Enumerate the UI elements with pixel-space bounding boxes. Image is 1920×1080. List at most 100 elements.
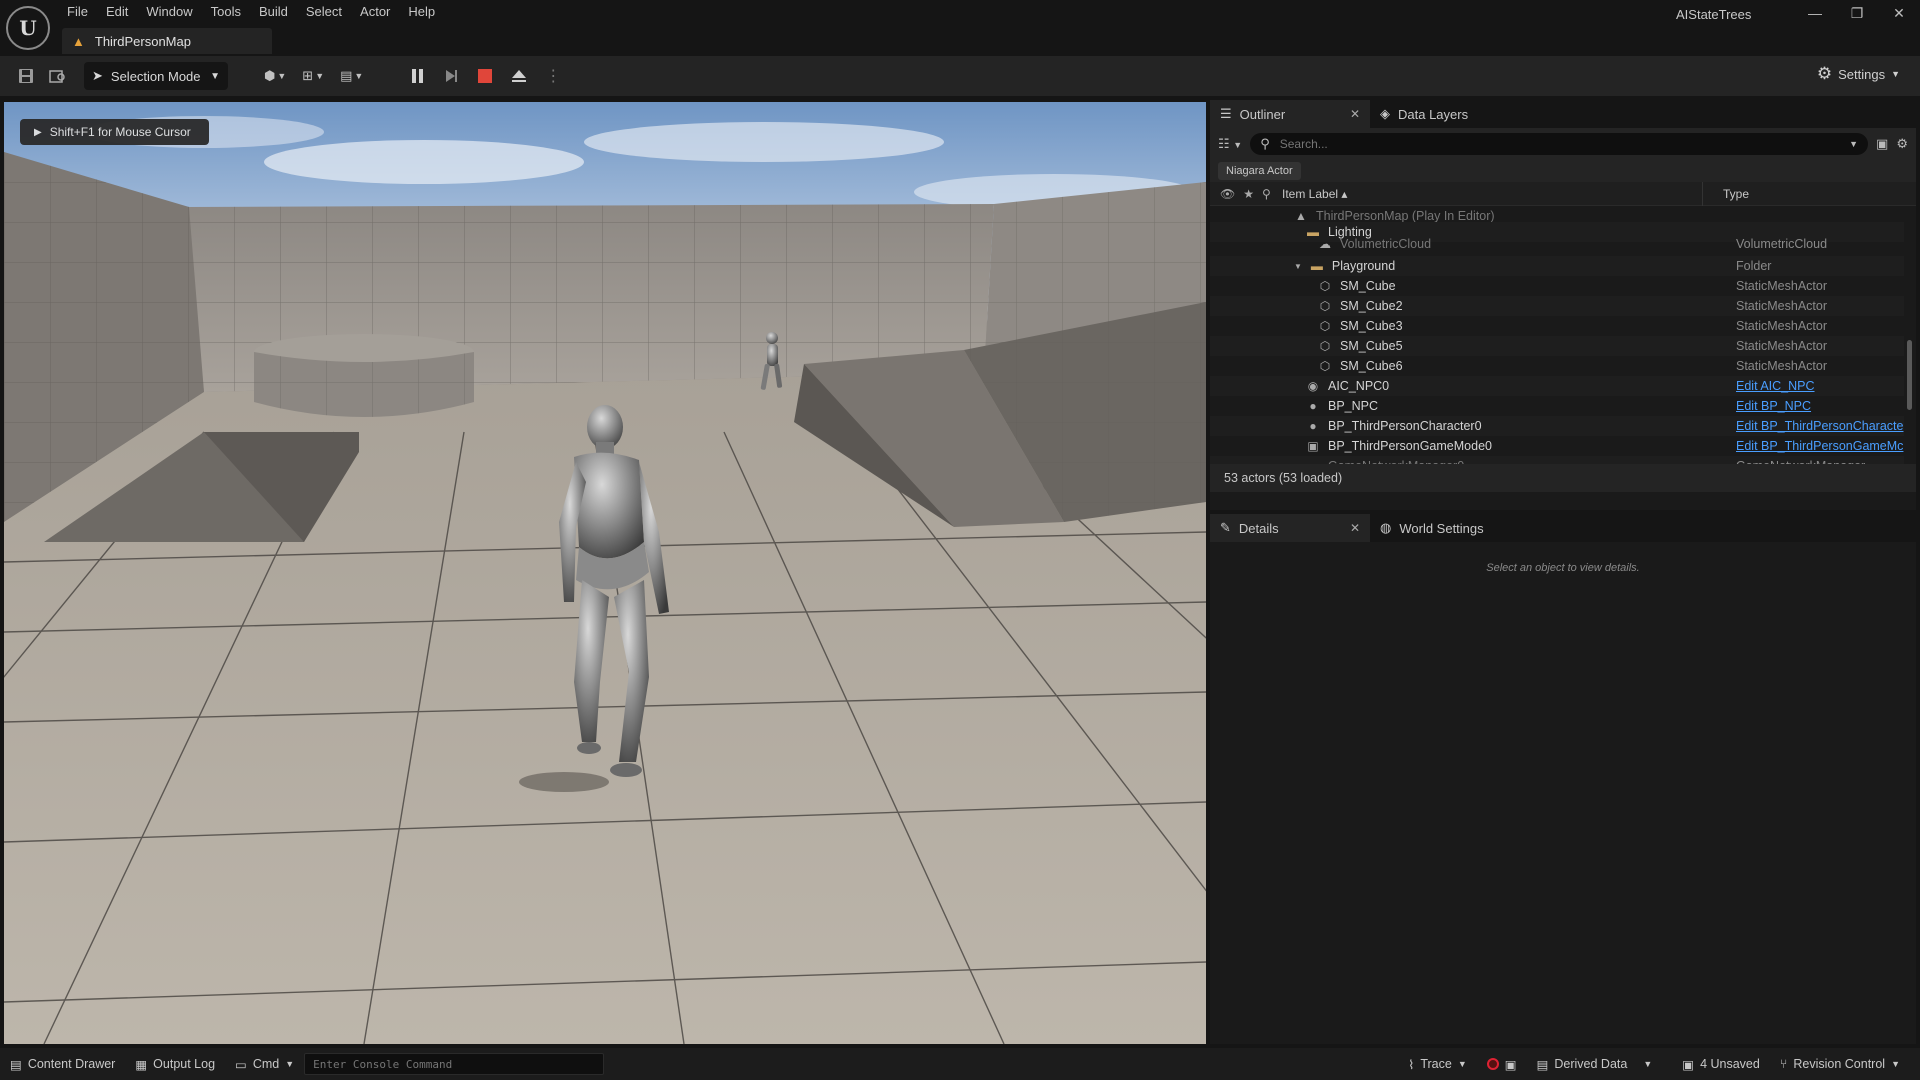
outliner-item-type: StaticMeshActor xyxy=(1736,279,1828,293)
revision-control-dropdown[interactable]: ⑂ Revision Control ▼ xyxy=(1770,1048,1910,1080)
column-type[interactable]: Type xyxy=(1702,181,1749,206)
status-bar: ▤ Content Drawer ▦ Output Log ▭ Cmd ▼ ⌇ … xyxy=(0,1048,1920,1080)
outliner-row[interactable]: ⬡ SM_Cube3 StaticMeshActor xyxy=(1210,316,1904,336)
window-controls: — ❐ ✕ xyxy=(1794,0,1920,26)
globe-icon: ◍ xyxy=(1380,520,1392,535)
outliner-row[interactable]: ⬡ SM_Cube2 StaticMeshActor xyxy=(1210,296,1904,316)
outliner-item-name: VolumetricCloud xyxy=(1340,237,1432,251)
browse-content-icon[interactable] xyxy=(44,62,72,90)
settings-button[interactable]: ⚙ Settings ▼ xyxy=(1817,64,1900,84)
selection-mode-dropdown[interactable]: ➤ Selection Mode ▼ xyxy=(84,62,228,90)
outliner-item-name: BP_ThirdPersonCharacter0 xyxy=(1328,419,1482,433)
record-trace-button[interactable]: ▣ xyxy=(1477,1048,1527,1080)
menu-edit[interactable]: Edit xyxy=(97,0,137,24)
unsaved-button[interactable]: ▣ 4 Unsaved xyxy=(1672,1048,1770,1080)
edit-blueprint-link[interactable]: Edit BP_ThirdPersonGameMc xyxy=(1736,439,1903,453)
chevron-down-icon: ▼ xyxy=(354,71,364,81)
blueprint-icon: ⊞ xyxy=(302,68,314,83)
outliner-item-type: Folder xyxy=(1736,259,1772,273)
expand-arrow-icon[interactable]: ▼ xyxy=(1294,262,1302,271)
outliner-row-label: ☁ VolumetricCloud xyxy=(1318,237,1431,251)
derived-data-dropdown[interactable]: ▤ Derived Data ▼ xyxy=(1527,1048,1663,1080)
menu-file[interactable]: File xyxy=(58,0,97,24)
tab-world-settings[interactable]: ◍ World Settings xyxy=(1370,514,1494,542)
pin-icon[interactable]: ⚲ xyxy=(1262,187,1271,201)
title-bar: U File Edit Window Tools Build Select Ac… xyxy=(0,0,1920,56)
outliner-row[interactable]: ● BP_ThirdPersonCharacter0 Edit BP_ThirdPe… xyxy=(1210,416,1904,436)
tab-details[interactable]: ✎ Details ✕ xyxy=(1210,514,1370,542)
column-item-label[interactable]: Item Label ▴ xyxy=(1282,187,1702,201)
add-actor-icon: ⬢ xyxy=(264,68,276,83)
content-drawer-button[interactable]: ▤ Content Drawer xyxy=(0,1048,125,1080)
unreal-logo-icon[interactable]: U xyxy=(6,6,50,50)
outliner-row[interactable]: ☁ VolumetricCloud VolumetricCloud xyxy=(1210,234,1904,254)
output-log-button[interactable]: ▦ Output Log xyxy=(125,1048,225,1080)
outliner-row-label: ⬡ SM_Cube6 xyxy=(1318,359,1403,373)
cmd-dropdown[interactable]: ▭ Cmd ▼ xyxy=(225,1048,304,1080)
outliner-row[interactable]: ● GameNetworkManager0 GameNetworkManager xyxy=(1210,456,1904,464)
gear-icon[interactable]: ⚙ xyxy=(1896,136,1908,152)
blueprints-button[interactable]: ⊞ ▼ xyxy=(302,68,324,84)
close-icon[interactable]: ✕ xyxy=(1350,521,1360,535)
outliner-scrollbar[interactable] xyxy=(1907,340,1912,410)
outliner-row-label: ⬡ SM_Cube5 xyxy=(1318,339,1403,353)
tab-outliner[interactable]: ☰ Outliner ✕ xyxy=(1210,100,1370,128)
stop-button[interactable] xyxy=(471,62,499,90)
network-icon: ● xyxy=(1306,459,1320,464)
branch-icon: ⑂ xyxy=(1779,1057,1788,1071)
niagara-actor-filter-chip[interactable]: Niagara Actor xyxy=(1218,162,1301,180)
menu-actor[interactable]: Actor xyxy=(351,0,399,24)
outliner-item-name: Playground xyxy=(1331,259,1396,273)
close-button[interactable]: ✕ xyxy=(1878,0,1920,26)
outliner-row[interactable]: ⬡ SM_Cube5 StaticMeshActor xyxy=(1210,336,1904,356)
output-log-label: Output Log xyxy=(153,1057,216,1071)
star-icon[interactable]: ★ xyxy=(1243,187,1254,201)
close-icon[interactable]: ✕ xyxy=(1350,107,1360,121)
console-command-input[interactable] xyxy=(304,1053,605,1075)
edit-blueprint-link[interactable]: Edit BP_NPC xyxy=(1736,399,1811,413)
chevron-down-icon[interactable]: ▼ xyxy=(1849,139,1858,149)
search-icon: ⚲ xyxy=(1260,136,1270,151)
clapper-icon: ▤ xyxy=(340,68,353,83)
menu-build[interactable]: Build xyxy=(250,0,297,24)
edit-blueprint-link[interactable]: Edit AIC_NPC xyxy=(1736,379,1815,393)
minimize-button[interactable]: — xyxy=(1794,0,1836,26)
static-mesh-icon: ⬡ xyxy=(1319,339,1331,353)
eject-button[interactable] xyxy=(505,62,533,90)
outliner-row[interactable]: ▼ ▬ Playground Folder xyxy=(1210,256,1904,276)
more-options-icon[interactable]: ⋮ xyxy=(539,62,567,90)
chevron-down-icon: ▼ xyxy=(1643,1059,1653,1069)
restore-button[interactable]: ❐ xyxy=(1836,0,1878,26)
add-actor-button[interactable]: ⬢ ▼ xyxy=(264,68,286,84)
trace-dropdown[interactable]: ⌇ Trace ▼ xyxy=(1398,1048,1477,1080)
outliner-row[interactable]: ● BP_NPC Edit BP_NPC xyxy=(1210,396,1904,416)
new-folder-icon[interactable]: ▣ xyxy=(1876,136,1888,152)
screenshot-icon[interactable]: ▣ xyxy=(1505,1057,1517,1072)
menu-help[interactable]: Help xyxy=(399,0,444,24)
outliner-item-type: VolumetricCloud xyxy=(1736,237,1828,251)
save-icon: ▣ xyxy=(1682,1057,1695,1072)
level-viewport[interactable]: ▶ Shift+F1 for Mouse Cursor xyxy=(4,102,1206,1044)
tab-data-layers[interactable]: ◈ Data Layers xyxy=(1370,100,1478,128)
save-icon[interactable] xyxy=(12,62,40,90)
step-frame-button[interactable] xyxy=(437,62,465,90)
outliner-row-label: ▲ ThirdPersonMap (Play In Editor) xyxy=(1294,209,1495,223)
pause-button[interactable] xyxy=(403,62,431,90)
menu-select[interactable]: Select xyxy=(297,0,351,24)
outliner-row-label: ◉ AIC_NPC0 xyxy=(1306,379,1389,393)
column-icons: 👁 ★ ⚲ xyxy=(1210,187,1282,201)
outliner-row[interactable]: ◉ AIC_NPC0 Edit AIC_NPC xyxy=(1210,376,1904,396)
edit-blueprint-link[interactable]: Edit BP_ThirdPersonCharacte xyxy=(1736,419,1903,433)
menu-window[interactable]: Window xyxy=(137,0,201,24)
menu-tools[interactable]: Tools xyxy=(202,0,250,24)
search-input[interactable] xyxy=(1277,136,1842,152)
eye-icon[interactable]: 👁 xyxy=(1220,187,1235,201)
cursor-icon: ➤ xyxy=(92,68,103,83)
outliner-row[interactable]: ⬡ SM_Cube StaticMeshActor xyxy=(1210,276,1904,296)
level-tab[interactable]: ▲ ThirdPersonMap xyxy=(62,28,272,54)
cinematics-button[interactable]: ▤ ▼ xyxy=(340,68,363,84)
filter-icon[interactable]: ☷ ▼ xyxy=(1218,136,1242,152)
outliner-row[interactable]: ▣ BP_ThirdPersonGameMode0 Edit BP_ThirdPer… xyxy=(1210,436,1904,456)
outliner-item-name: BP_ThirdPersonGameMode0 xyxy=(1328,439,1492,453)
outliner-row[interactable]: ⬡ SM_Cube6 StaticMeshActor xyxy=(1210,356,1904,376)
